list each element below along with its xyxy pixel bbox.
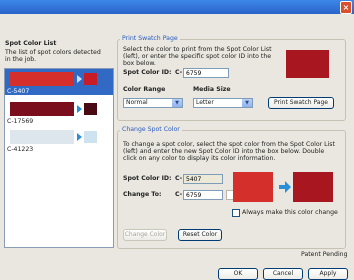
close-button[interactable]: × — [340, 1, 352, 14]
color-swatch — [10, 102, 74, 116]
cancel-button[interactable]: Cancel — [263, 268, 303, 280]
color-range-select[interactable]: Normal ▼ — [123, 98, 183, 108]
to-color-preview — [293, 172, 333, 202]
arrow-icon — [77, 105, 82, 113]
spot-color-id-label: Spot Color ID: — [123, 69, 172, 76]
reset-color-button[interactable]: Reset Color — [178, 229, 222, 241]
title-bar — [0, 0, 354, 14]
mini-swatch — [84, 73, 97, 85]
spot-color-id-prefix: C- — [175, 69, 183, 76]
spot-color-list-description: The list of spot colors detected in the … — [5, 49, 101, 63]
print-spot-color-id-input[interactable] — [183, 68, 229, 78]
media-size-value: Letter — [196, 99, 214, 106]
print-color-preview — [286, 50, 329, 78]
always-change-label: Always make this color change — [242, 209, 338, 216]
list-item-label: C-5407 — [7, 88, 30, 95]
print-swatch-legend: Print Swatch Page — [120, 35, 180, 42]
list-item-label: C-41223 — [7, 146, 34, 153]
color-range-label: Color Range — [123, 86, 166, 93]
change-to-prefix: C- — [175, 191, 183, 198]
list-item[interactable]: C-41223 — [5, 127, 113, 153]
change-spot-color-id-label: Spot Color ID: — [123, 175, 172, 182]
chevron-down-icon: ▼ — [172, 99, 182, 107]
list-item-label: C-17569 — [7, 118, 34, 125]
color-swatch — [10, 130, 74, 144]
spot-color-list[interactable]: C-5407 C-17569 C-41223 — [4, 68, 114, 248]
ok-button[interactable]: OK — [218, 268, 258, 280]
color-range-value: Normal — [126, 99, 148, 106]
patent-pending-text: Patent Pending — [301, 251, 348, 258]
chevron-down-icon: ▼ — [242, 99, 252, 107]
current-spot-color-id — [183, 174, 223, 184]
color-swatch — [10, 72, 74, 86]
mini-swatch — [84, 131, 97, 143]
from-color-preview — [233, 172, 273, 202]
media-size-select[interactable]: Letter ▼ — [193, 98, 253, 108]
always-change-checkbox[interactable] — [232, 209, 240, 217]
change-to-label: Change To: — [123, 191, 162, 198]
arrow-icon — [77, 133, 82, 141]
list-item[interactable]: C-5407 — [5, 69, 113, 95]
list-item[interactable]: C-17569 — [5, 99, 113, 125]
print-swatch-button[interactable]: Print Swatch Page — [268, 97, 334, 109]
apply-button[interactable]: Apply — [308, 268, 348, 280]
mini-swatch — [84, 103, 97, 115]
print-swatch-instructions: Select the color to print from the Spot … — [123, 46, 272, 67]
change-spot-legend: Change Spot Color — [120, 126, 182, 133]
arrow-right-icon — [278, 180, 292, 194]
media-size-label: Media Size — [193, 86, 231, 93]
change-to-input[interactable] — [183, 190, 223, 200]
change-color-button[interactable]: Change Color — [123, 229, 167, 241]
change-spot-instructions: To change a spot color, select the spot … — [123, 141, 335, 162]
arrow-icon — [77, 75, 82, 83]
change-spot-color-id-prefix: C- — [175, 175, 183, 182]
spot-color-list-title: Spot Color List — [5, 40, 57, 47]
